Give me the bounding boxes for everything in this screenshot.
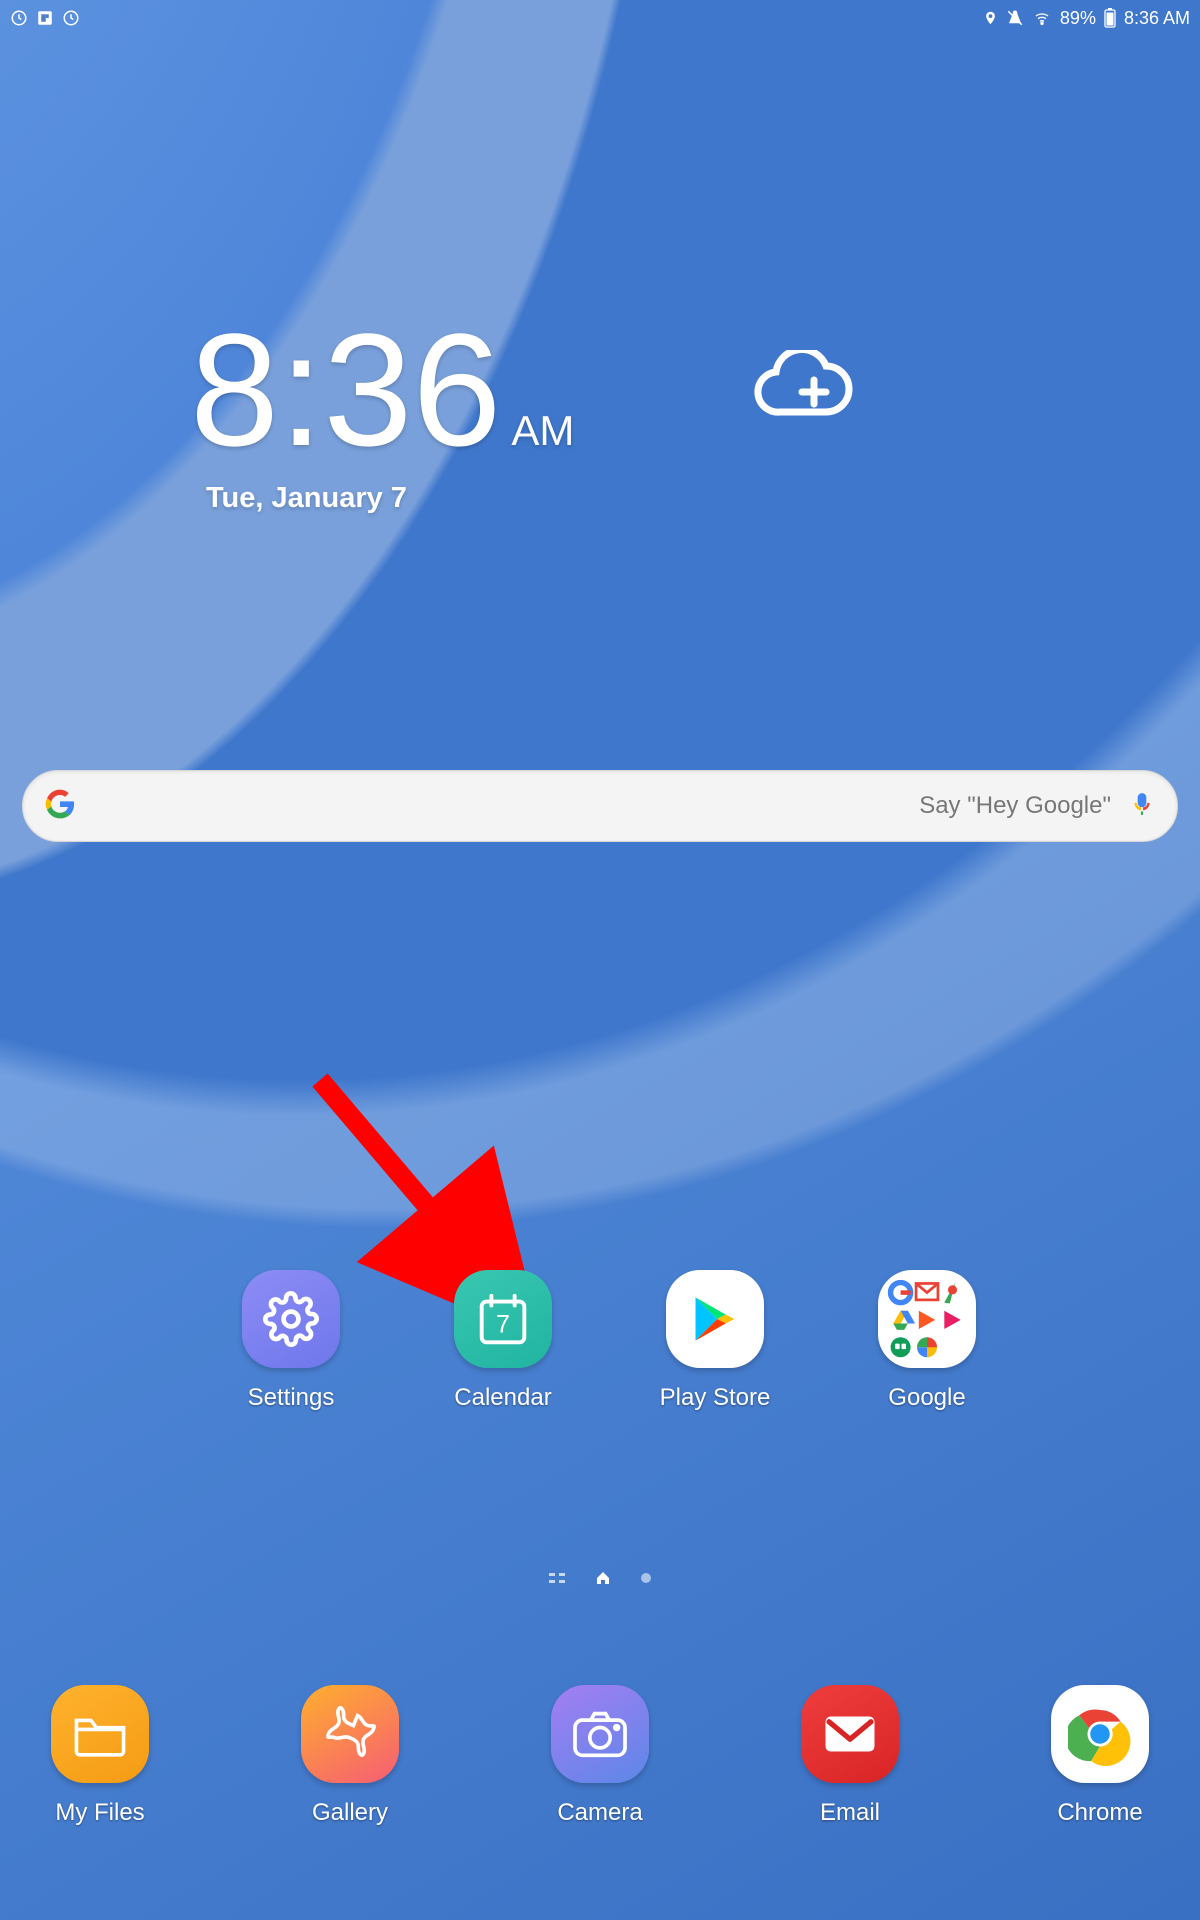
app-label: Email — [820, 1799, 880, 1827]
weather-widget[interactable] — [740, 350, 860, 435]
wifi-icon — [1032, 10, 1052, 26]
app-play-store[interactable]: Play Store — [659, 1270, 771, 1412]
clock-time: 8:36 — [190, 310, 501, 470]
status-bar[interactable]: 89% 8:36 AM — [0, 0, 1200, 36]
app-label: Settings — [248, 1384, 335, 1412]
mic-icon[interactable] — [1129, 789, 1155, 824]
clock-date: Tue, January 7 — [190, 482, 574, 515]
app-label: Google — [888, 1384, 965, 1412]
app-gallery[interactable]: Gallery — [294, 1685, 406, 1827]
dock: My Files Gallery Camera Email Chrome — [44, 1685, 1156, 1827]
cloud-add-icon — [740, 350, 860, 430]
battery-percent: 89% — [1060, 8, 1096, 29]
location-icon — [983, 9, 998, 27]
gallery-icon — [301, 1685, 399, 1783]
play-store-icon — [666, 1270, 764, 1368]
google-search-bar[interactable]: Say "Hey Google" — [22, 770, 1178, 842]
app-calendar[interactable]: 7 Calendar — [447, 1270, 559, 1412]
app-google-folder[interactable]: Google — [871, 1270, 983, 1412]
home-page-indicator[interactable] — [549, 1570, 651, 1586]
mute-icon — [1006, 9, 1024, 27]
home-app-row: Settings 7 Calendar Play Store — [217, 1270, 983, 1412]
app-label: Play Store — [660, 1384, 771, 1412]
status-time: 8:36 AM — [1124, 8, 1190, 29]
app-settings[interactable]: Settings — [235, 1270, 347, 1412]
settings-icon — [242, 1270, 340, 1368]
app-label: Chrome — [1057, 1799, 1142, 1827]
battery-icon — [1104, 8, 1116, 28]
app-camera[interactable]: Camera — [544, 1685, 656, 1827]
files-icon — [51, 1685, 149, 1783]
sync-icon — [62, 9, 80, 27]
email-icon — [801, 1685, 899, 1783]
app-label: Calendar — [454, 1384, 551, 1412]
camera-icon — [551, 1685, 649, 1783]
app-email[interactable]: Email — [794, 1685, 906, 1827]
svg-text:7: 7 — [496, 1311, 510, 1339]
pager-dot — [641, 1573, 651, 1583]
clock-widget[interactable]: 8:36 AM Tue, January 7 — [190, 310, 574, 515]
clock-ampm: AM — [511, 410, 574, 452]
search-hint: Say "Hey Google" — [919, 792, 1111, 820]
app-my-files[interactable]: My Files — [44, 1685, 156, 1827]
app-label: Gallery — [312, 1799, 388, 1827]
flipboard-icon — [36, 9, 54, 27]
app-label: My Files — [55, 1799, 144, 1827]
chrome-icon — [1051, 1685, 1149, 1783]
app-label: Camera — [557, 1799, 642, 1827]
pager-apps-icon — [549, 1571, 565, 1585]
calendar-icon: 7 — [454, 1270, 552, 1368]
pager-home-icon — [595, 1570, 611, 1586]
google-folder-icon — [878, 1270, 976, 1368]
app-chrome[interactable]: Chrome — [1044, 1685, 1156, 1827]
sync-icon — [10, 9, 28, 27]
google-g-icon — [45, 789, 75, 824]
